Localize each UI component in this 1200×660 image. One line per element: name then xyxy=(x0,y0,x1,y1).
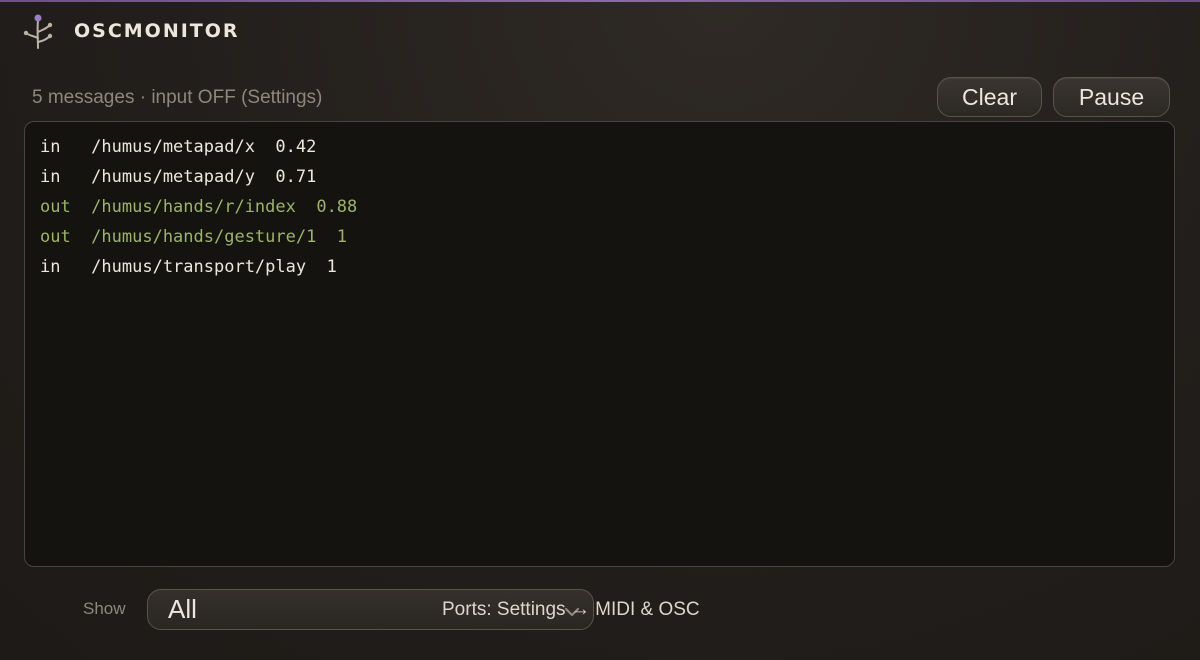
log-line: in /humus/metapad/y 0.71 xyxy=(40,167,317,187)
log-line: out /humus/hands/r/index 0.88 xyxy=(40,197,358,217)
pause-button[interactable]: Pause xyxy=(1053,77,1170,117)
clear-button[interactable]: Clear xyxy=(937,77,1042,117)
log-line: in /humus/metapad/x 0.42 xyxy=(40,137,317,157)
show-filter-label: Show xyxy=(83,599,126,618)
message-log[interactable]: in /humus/metapad/x 0.42 in /humus/metapa… xyxy=(24,121,1175,567)
show-filter-value: All xyxy=(168,594,197,624)
log-line: out /humus/hands/gesture/1 1 xyxy=(40,227,348,247)
app-title: OSCMONITOR xyxy=(74,20,240,42)
app-header: OSCMONITOR xyxy=(22,12,240,50)
message-count-status: 5 messages · input OFF (Settings) xyxy=(32,87,323,108)
top-accent-bar xyxy=(0,0,1200,2)
sprout-icon xyxy=(22,12,56,50)
log-line: in /humus/transport/play 1 xyxy=(40,257,337,277)
ports-hint: Ports: Settings → MIDI & OSC xyxy=(442,599,700,620)
